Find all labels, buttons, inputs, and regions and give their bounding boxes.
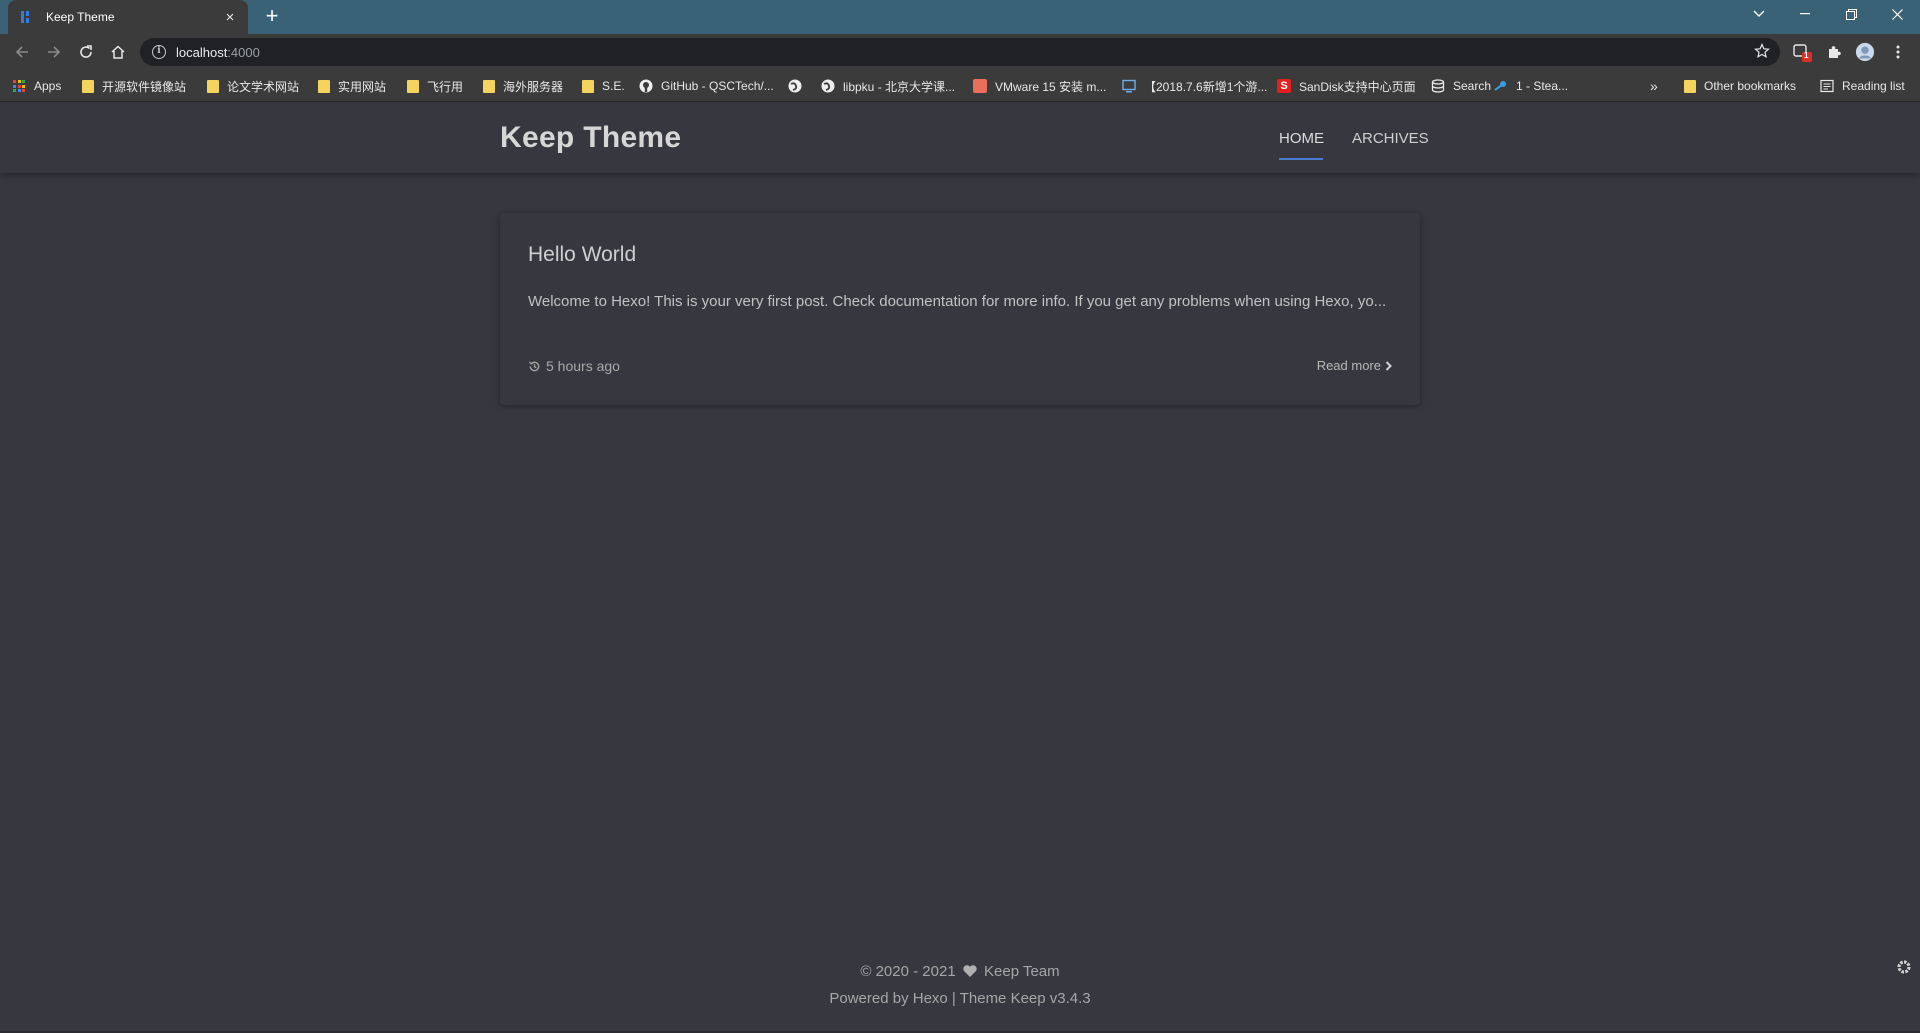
folder-icon: [82, 79, 94, 93]
bookmark-folder[interactable]: 论文学术网站: [207, 78, 299, 94]
extensions-puzzle-icon[interactable]: [1824, 42, 1844, 62]
bookmark-folder[interactable]: S.E.: [582, 78, 625, 94]
bookmark-folder[interactable]: 海外服务器: [483, 78, 563, 94]
browser-tab[interactable]: Keep Theme ×: [8, 0, 248, 34]
home-button[interactable]: [106, 40, 130, 64]
post-time: 5 hours ago: [546, 358, 620, 374]
extension-badge-icon[interactable]: 1: [1792, 42, 1812, 62]
bookmark-apps[interactable]: Apps: [12, 78, 61, 94]
site-info-icon[interactable]: i: [152, 45, 166, 59]
site-logo[interactable]: Keep Theme: [500, 121, 681, 155]
reading-list-icon: [1820, 79, 1834, 93]
post-title[interactable]: Hello World: [528, 243, 636, 267]
globe-icon: [821, 79, 835, 93]
read-more-link[interactable]: Read more: [1317, 358, 1392, 373]
bookmark-sandisk[interactable]: S SanDisk支持中心页面: [1277, 78, 1416, 94]
bookmark-steam[interactable]: 1 - Stea...: [1494, 78, 1568, 94]
bookmark-vmware[interactable]: VMware 15 安装 m...: [973, 78, 1106, 94]
profile-avatar[interactable]: [1855, 42, 1875, 62]
folder-icon: [318, 79, 330, 93]
footer-copyright: © 2020 - 2021 Keep Team: [860, 963, 1060, 980]
bookmarks-overflow-chevron[interactable]: »: [1650, 78, 1658, 94]
minimize-button[interactable]: [1782, 0, 1828, 28]
reload-button[interactable]: [74, 40, 98, 64]
bookmark-search[interactable]: Search: [1431, 78, 1491, 94]
home-icon: [111, 45, 125, 59]
bookmark-folder[interactable]: 开源软件镜像站: [82, 78, 186, 94]
bookmark-other-bookmarks[interactable]: Other bookmarks: [1684, 78, 1796, 94]
tab-title: Keep Theme: [46, 10, 115, 24]
keep-favicon-icon: [18, 9, 34, 25]
read-more-label: Read more: [1316, 358, 1381, 373]
arrow-right-icon: [48, 46, 61, 58]
globe-icon: [788, 79, 802, 93]
github-icon: [639, 79, 653, 93]
reload-icon: [80, 45, 92, 58]
bookmark-github[interactable]: GitHub - QSCTech/...: [639, 78, 774, 94]
folder-icon: [1684, 79, 1696, 93]
post-excerpt: Welcome to Hexo! This is your very first…: [528, 293, 1387, 310]
history-icon: [528, 360, 540, 371]
site-footer: © 2020 - 2021 Keep Team Powered by Hexo …: [0, 958, 1920, 1012]
close-window-button[interactable]: [1874, 0, 1920, 28]
folder-icon: [582, 79, 594, 93]
bookmark-globe[interactable]: [788, 78, 810, 94]
post-card: Hello World Welcome to Hexo! This is you…: [500, 213, 1420, 405]
browser-menu-icon[interactable]: [1888, 42, 1908, 62]
bookmark-reading-list[interactable]: Reading list: [1820, 78, 1905, 94]
bookmark-folder[interactable]: 实用网站: [318, 78, 386, 94]
nav-active-indicator: [1279, 158, 1323, 160]
post-meta: 5 hours ago: [528, 358, 620, 374]
jianshu-icon: [973, 79, 987, 93]
footer-powered-by[interactable]: Powered by Hexo | Theme Keep v3.4.3: [0, 985, 1920, 1012]
site-header: Keep Theme HOME ARCHIVES: [0, 103, 1920, 173]
heart-icon: [963, 965, 977, 977]
folder-icon: [407, 79, 419, 93]
restore-button[interactable]: [1828, 0, 1874, 28]
sandisk-icon: S: [1277, 79, 1291, 93]
settings-gear-icon[interactable]: [1895, 958, 1913, 976]
chevron-right-icon: [1385, 360, 1392, 371]
folder-icon: [207, 79, 219, 93]
new-tab-button[interactable]: +: [260, 5, 284, 29]
browser-tab-strip: Keep Theme × +: [0, 0, 1920, 34]
address-url: localhost:4000: [176, 44, 260, 60]
nav-home[interactable]: HOME: [1279, 130, 1324, 147]
tab-search-button[interactable]: [1736, 0, 1782, 28]
bookmark-star-icon[interactable]: [1754, 43, 1770, 64]
back-button[interactable]: [10, 40, 34, 64]
steam-icon: [1494, 79, 1508, 93]
arrow-left-icon: [15, 46, 28, 58]
monitor-icon: [1122, 79, 1136, 93]
apps-grid-icon: [12, 79, 26, 93]
extension-badge-count: 1: [1804, 51, 1809, 60]
bookmark-game[interactable]: 【2018.7.6新增1个游...: [1122, 78, 1267, 94]
browser-toolbar: i localhost:4000 1: [0, 34, 1920, 70]
tab-close-icon[interactable]: ×: [222, 9, 238, 26]
nav-archives[interactable]: ARCHIVES: [1352, 130, 1429, 147]
address-bar[interactable]: i localhost:4000: [140, 38, 1780, 66]
bookmarks-bar: Apps 开源软件镜像站 论文学术网站 实用网站 飞行用 海外服务器 S.E. …: [0, 70, 1920, 102]
folder-icon: [483, 79, 495, 93]
forward-button[interactable]: [42, 40, 66, 64]
bookmark-libpku[interactable]: libpku - 北京大学课...: [821, 78, 955, 94]
database-icon: [1431, 79, 1445, 93]
bookmark-folder[interactable]: 飞行用: [407, 78, 463, 94]
